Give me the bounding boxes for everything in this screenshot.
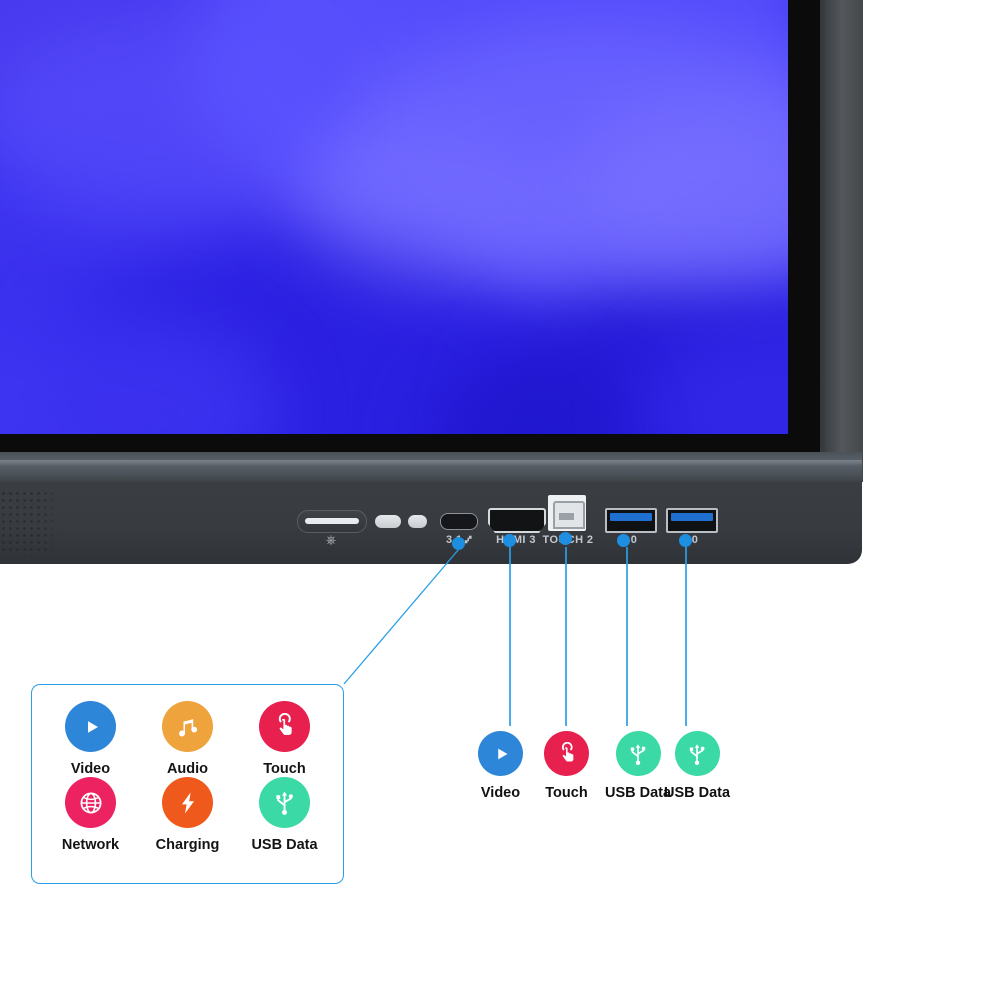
callout-usb-data-2[interactable]: USB Data xyxy=(664,731,730,801)
callout-label: Video xyxy=(480,785,521,801)
callout-label: USB Data xyxy=(664,785,731,801)
screen-bezel xyxy=(0,0,820,452)
port-function-legend: Video Audio Touch Network Charging USB D… xyxy=(31,684,344,884)
legend-label: Touch xyxy=(263,761,306,777)
legend-item-network[interactable]: Network xyxy=(42,777,139,853)
legend-item-usb-data[interactable]: USB Data xyxy=(236,777,333,853)
chassis-metallic-band xyxy=(0,452,862,482)
usb-trident-icon xyxy=(259,777,310,828)
oval-button-1[interactable] xyxy=(375,515,401,528)
power-icon: ⎈ xyxy=(325,532,337,547)
globe-icon xyxy=(65,777,116,828)
power-button[interactable] xyxy=(297,510,367,533)
legend-item-charging[interactable]: Charging xyxy=(139,777,236,853)
usb-trident-icon xyxy=(615,731,661,776)
display-screen[interactable] xyxy=(0,0,788,434)
port-bar xyxy=(0,482,862,564)
oval-button-2[interactable] xyxy=(408,515,427,528)
legend-label: Charging xyxy=(155,837,220,853)
callout-dot-usb-a-2 xyxy=(679,534,692,547)
speaker-grille xyxy=(0,490,62,556)
chassis-band-highlight xyxy=(0,460,862,466)
callout-touch[interactable]: Touch xyxy=(544,731,589,801)
music-note-icon xyxy=(162,701,213,752)
callout-dot-usb-a-1 xyxy=(617,534,630,547)
legend-label: Video xyxy=(70,761,111,777)
usb-a-port-icon[interactable] xyxy=(666,508,718,533)
usb-a-port-icon[interactable] xyxy=(605,508,657,533)
panel-right-edge xyxy=(825,0,863,482)
legend-label: Network xyxy=(61,837,120,853)
usb-c-port-icon[interactable] xyxy=(440,513,478,530)
legend-item-audio[interactable]: Audio xyxy=(139,701,236,777)
legend-item-touch[interactable]: Touch xyxy=(236,701,333,777)
lightning-bolt-icon xyxy=(162,777,213,828)
callout-dot-hdmi-3 xyxy=(503,534,516,547)
hdmi-port-icon[interactable] xyxy=(488,508,546,533)
touch-hand-icon xyxy=(544,731,589,776)
legend-label: Audio xyxy=(166,761,209,777)
callout-usb-data-1[interactable]: USB Data xyxy=(605,731,671,801)
usb-b-port-icon[interactable] xyxy=(548,495,586,531)
callout-video[interactable]: Video xyxy=(478,731,523,801)
callout-label: Touch xyxy=(545,785,588,801)
play-icon xyxy=(65,701,116,752)
usb-trident-icon xyxy=(674,731,720,776)
legend-item-video[interactable]: Video xyxy=(42,701,139,777)
interactive-display-device: ⎈ 3.1 ⑇ HDMI 3 TOUCH 2 3.0 3.0 xyxy=(0,0,870,582)
play-icon xyxy=(478,731,523,776)
touch-hand-icon xyxy=(259,701,310,752)
callout-dot-touch-2 xyxy=(559,532,572,545)
callout-label: USB Data xyxy=(605,785,672,801)
callout-dot-usb-c xyxy=(452,537,465,550)
legend-label: USB Data xyxy=(251,837,318,853)
